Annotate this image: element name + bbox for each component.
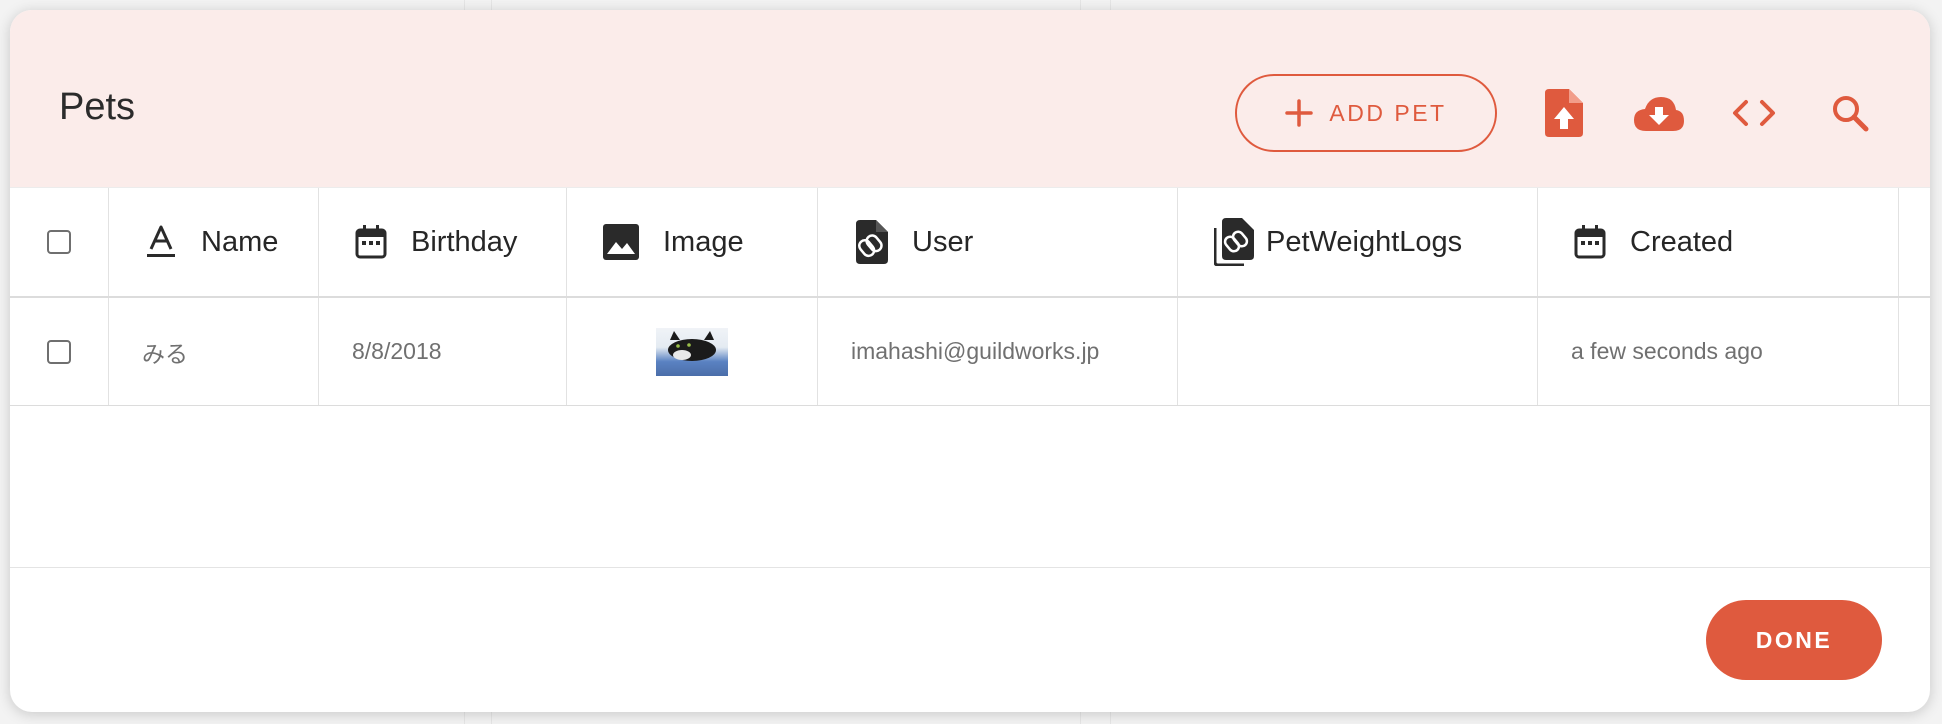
done-button[interactable]: DONE <box>1706 600 1882 680</box>
import-button[interactable] <box>1533 83 1593 143</box>
file-upload-icon <box>1545 89 1583 137</box>
text-format-icon <box>147 225 175 257</box>
cell-birthday[interactable]: 8/8/2018 <box>319 298 567 405</box>
column-label: PetWeightLogs <box>1266 225 1463 258</box>
linked-documents-icon <box>1214 218 1254 266</box>
cell-name[interactable]: みる <box>109 298 319 405</box>
column-header-petweightlogs[interactable]: PetWeightLogs <box>1178 188 1538 296</box>
cat-photo-thumbnail <box>668 330 716 361</box>
cell-created[interactable]: a few seconds ago <box>1538 298 1899 405</box>
footer-divider <box>10 567 1930 568</box>
table-header-row: Name Birthday Image User PetWeightLogs C… <box>10 188 1930 298</box>
search-icon <box>1833 96 1869 132</box>
column-header-birthday[interactable]: Birthday <box>319 188 567 296</box>
row-select-cell <box>10 298 109 405</box>
add-pet-button[interactable]: ADD PET <box>1235 74 1497 152</box>
calendar-icon <box>355 225 387 259</box>
column-label: User <box>912 225 974 258</box>
cell-petweightlogs[interactable] <box>1178 298 1538 405</box>
cell-user[interactable]: imahashi@guildworks.jp <box>818 298 1178 405</box>
cell-image[interactable] <box>567 298 818 405</box>
calendar-icon <box>1574 225 1606 259</box>
column-label: Image <box>663 225 744 258</box>
column-label: Name <box>201 225 279 258</box>
column-label: Created <box>1630 225 1734 258</box>
search-button[interactable] <box>1820 83 1880 143</box>
pet-image-thumbnail[interactable] <box>656 327 728 376</box>
column-label: Birthday <box>411 225 518 258</box>
column-header-user[interactable]: User <box>818 188 1178 296</box>
table-row[interactable]: みる 8/8/2018 imahashi@guildworks.jp a few… <box>10 298 1930 406</box>
code-button[interactable] <box>1724 83 1784 143</box>
cloud-download-icon <box>1634 97 1684 131</box>
select-all-checkbox[interactable] <box>47 230 71 254</box>
row-checkbox[interactable] <box>47 339 71 364</box>
pets-dialog: Pets ADD PET Name Birthday Image User Pe… <box>10 10 1930 712</box>
image-icon <box>603 224 639 260</box>
dialog-header: Pets ADD PET <box>10 10 1930 188</box>
column-header-image[interactable]: Image <box>567 188 818 296</box>
linked-document-icon <box>856 220 888 264</box>
code-icon <box>1733 100 1775 126</box>
pets-table: Name Birthday Image User PetWeightLogs C… <box>10 188 1930 406</box>
column-header-created[interactable]: Created <box>1538 188 1899 296</box>
add-pet-label: ADD PET <box>1329 99 1447 126</box>
column-header-name[interactable]: Name <box>109 188 319 296</box>
select-all-cell <box>10 188 109 296</box>
export-button[interactable] <box>1629 83 1689 143</box>
dialog-title: Pets <box>59 86 136 128</box>
plus-icon <box>1285 99 1314 127</box>
